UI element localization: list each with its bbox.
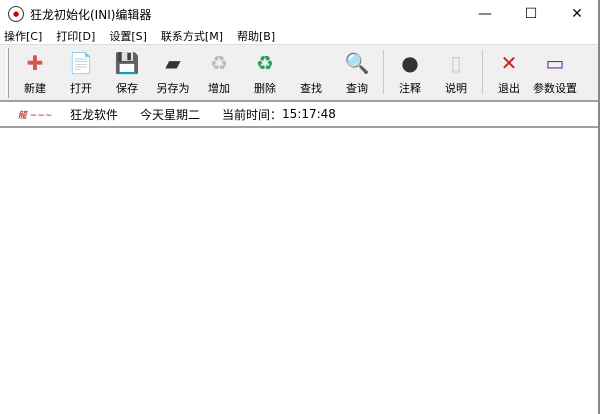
toolbar-button-query[interactable]: 🔍 查询: [334, 45, 380, 99]
menu-operate[interactable]: 操作[C]: [4, 28, 42, 44]
toolbar-label: 注释: [399, 82, 421, 95]
add-icon: ♻: [210, 51, 228, 75]
weekday-text: 今天星期二: [140, 107, 201, 122]
toolbar-separator: [383, 50, 384, 94]
menu-help[interactable]: 帮助[B]: [237, 28, 275, 44]
logo: 龍 ~~~: [17, 110, 53, 121]
toolbar-button-delete[interactable]: ♻ 删除: [242, 45, 288, 99]
save-as-icon: ▰: [165, 51, 181, 75]
toolbar-label: 增加: [208, 82, 230, 95]
query-icon: 🔍: [344, 51, 370, 75]
save-icon: 💾: [114, 51, 140, 75]
time-label: 当前时间：: [222, 107, 283, 122]
status-bar: 龍 ~~~ 狂龙软件 今天星期二 当前时间： 15:17:48: [0, 100, 600, 128]
toolbar-button-add[interactable]: ♻ 增加: [196, 45, 242, 99]
open-icon: 📄: [68, 51, 94, 75]
menu-settings[interactable]: 设置[S]: [109, 28, 147, 44]
toolbar-label: 另存为: [156, 82, 190, 95]
toolbar-button-open[interactable]: 📄 打开: [58, 45, 104, 99]
menu-print[interactable]: 打印[D]: [56, 28, 95, 44]
minimize-button[interactable]: —: [462, 0, 508, 28]
toolbar-label: 删除: [254, 82, 276, 95]
toolbar-button-exit[interactable]: ✕ 退出: [486, 45, 532, 99]
toolbar-label: 查询: [346, 82, 368, 95]
toolbar-label: 查找: [300, 82, 322, 95]
exit-icon: ✕: [500, 51, 518, 75]
toolbar-label: 参数设置: [533, 82, 577, 95]
toolbar-label: 保存: [116, 82, 138, 95]
toolbar-button-info[interactable]: ▯ 说明: [433, 45, 479, 99]
toolbar-button-comment[interactable]: ● 注释: [387, 45, 433, 99]
toolbar-label: 打开: [70, 82, 92, 95]
time-value: 15:17:48: [282, 107, 336, 121]
menu-contact[interactable]: 联系方式[M]: [161, 28, 223, 44]
info-icon: ▯: [450, 51, 462, 75]
find-icon: [297, 49, 325, 77]
toolbar-label: 新建: [24, 82, 46, 95]
comment-icon: ●: [401, 51, 419, 75]
toolbar-button-new[interactable]: ✚ 新建: [12, 45, 58, 99]
toolbar-button-find[interactable]: 查找: [288, 45, 334, 99]
maximize-button[interactable]: ☐: [508, 0, 554, 28]
menu-bar: 操作[C] 打印[D] 设置[S] 联系方式[M] 帮助[B]: [0, 28, 600, 44]
settings-monitor-icon: ▭: [545, 51, 565, 75]
app-icon: ●: [8, 6, 24, 22]
title-bar: ● 狂龙初始化(INI)编辑器 — ☐ ✕: [0, 0, 600, 28]
new-icon: ✚: [26, 51, 44, 75]
toolbar-separator: [482, 50, 483, 94]
toolbar-button-settings-monitor[interactable]: ▭ 参数设置: [532, 45, 578, 99]
toolbar-label: 退出: [498, 82, 520, 95]
toolbar-grip[interactable]: [6, 48, 9, 98]
company-name: 狂龙软件: [70, 107, 119, 122]
delete-icon: ♻: [256, 51, 274, 75]
close-button[interactable]: ✕: [554, 0, 600, 28]
toolbar: ✚ 新建 📄 打开 💾 保存 ▰ 另存为 ♻ 增加 ♻ 删除 查找 🔍 查询 ● 注释 ▯ 说明 ✕ 退出 ▭ 参数设置: [0, 44, 600, 100]
window-title: 狂龙初始化(INI)编辑器: [30, 7, 152, 22]
toolbar-button-save[interactable]: 💾 保存: [104, 45, 150, 99]
toolbar-label: 说明: [445, 82, 467, 95]
toolbar-button-save-as[interactable]: ▰ 另存为: [150, 45, 196, 99]
